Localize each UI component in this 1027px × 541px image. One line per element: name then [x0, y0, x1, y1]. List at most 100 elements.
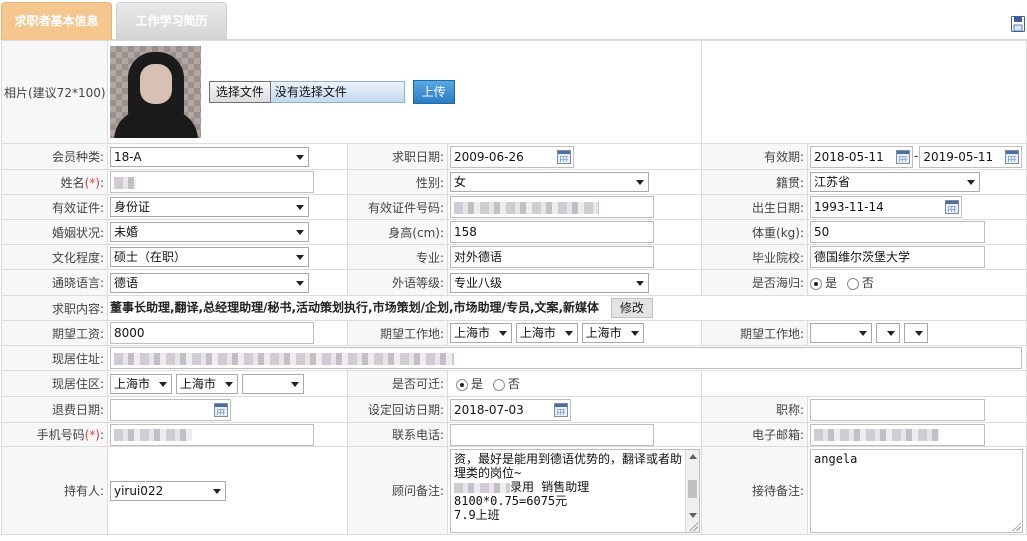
work-location-2-district-select[interactable]: [903, 323, 928, 343]
weight-input[interactable]: 50: [810, 221, 986, 243]
scroll-down-icon[interactable]: [689, 513, 697, 518]
tab-basic-info[interactable]: 求职者基本信息: [1, 2, 112, 40]
chevron-down-icon: [213, 488, 221, 494]
salary-input[interactable]: 8000: [110, 322, 314, 344]
calendar-icon[interactable]: [945, 200, 960, 214]
language-level-label: 外语等级:: [347, 269, 448, 296]
calendar-icon[interactable]: [1005, 149, 1020, 164]
reception-note-text: angela: [814, 452, 858, 466]
marital-select[interactable]: 未婚: [110, 222, 309, 242]
callback-date-input[interactable]: 2018-07-03: [450, 398, 571, 421]
native-place-value: 江苏省: [814, 175, 851, 189]
district-province-select[interactable]: 上海市: [110, 373, 172, 394]
district-label: 现居住区:: [1, 370, 108, 397]
apply-date-value: 2009-06-26: [454, 149, 524, 164]
address-label: 现居住址:: [1, 345, 108, 371]
choose-file-button[interactable]: 选择文件: [208, 81, 271, 103]
work-location-2-label: 期望工作地:: [701, 320, 809, 346]
advisor-note-scrollbar[interactable]: [685, 450, 699, 532]
title-input[interactable]: [810, 398, 986, 421]
language-level-select[interactable]: 专业八级: [450, 272, 649, 293]
education-value: 硕士（在职）: [114, 250, 187, 264]
calendar-icon[interactable]: [554, 402, 568, 417]
valid-period-separator: -: [914, 149, 919, 163]
advisor-note-line: 资，最好是能用到德语优势的，翻译或者助理类的岗位~: [454, 452, 683, 480]
valid-period-label: 有效期:: [701, 143, 809, 170]
education-select[interactable]: 硕士（在职）: [110, 247, 309, 267]
calendar-icon[interactable]: [214, 402, 228, 417]
chevron-down-icon: [296, 255, 304, 260]
scroll-up-icon[interactable]: [689, 454, 697, 459]
returnee-yes-label: 是: [825, 276, 838, 290]
redacted-text: [114, 176, 136, 189]
valid-to-value: 2019-05-11: [923, 149, 994, 164]
chevron-down-icon: [499, 331, 507, 336]
education-label: 文化程度:: [1, 244, 108, 270]
valid-from-value: 2018-05-11: [814, 149, 884, 164]
valid-from-input[interactable]: 2018-05-11: [810, 145, 914, 168]
refund-date-label: 退费日期:: [1, 396, 108, 423]
member-type-select[interactable]: 18-A: [110, 146, 309, 167]
owner-select[interactable]: yirui022: [110, 480, 226, 501]
work-location-2-province-select[interactable]: [810, 323, 873, 343]
resize-grip-icon[interactable]: [689, 522, 698, 531]
height-label: 身高(cm):: [347, 219, 448, 245]
relocate-label: 是否可迁:: [347, 370, 448, 397]
tab-work-study-resume[interactable]: 工作学习简历: [116, 2, 227, 40]
major-label: 专业:: [347, 244, 448, 270]
upload-button[interactable]: 上传: [412, 80, 455, 104]
member-type-label: 会员种类:: [1, 143, 108, 170]
salary-label: 期望工资:: [1, 320, 108, 346]
name-input[interactable]: [110, 171, 314, 193]
gender-select[interactable]: 女: [450, 172, 649, 192]
address-input[interactable]: [110, 347, 1022, 369]
valid-to-input[interactable]: 2019-05-11: [919, 145, 1023, 168]
chevron-down-icon: [296, 154, 304, 160]
relocate-yes-radio[interactable]: [456, 378, 468, 391]
relocate-no-radio[interactable]: [492, 378, 505, 391]
redacted-text: [114, 429, 192, 441]
language-select[interactable]: 德语: [110, 272, 309, 293]
relocate-yes-label: 是: [471, 377, 484, 391]
name-label: 姓名(*):: [1, 169, 108, 195]
reception-note-textarea[interactable]: angela: [810, 449, 1024, 533]
school-input[interactable]: 德国维尔茨堡大学: [810, 246, 986, 268]
id-number-input[interactable]: [450, 196, 654, 218]
save-icon[interactable]: [1011, 16, 1025, 32]
birth-date-label: 出生日期:: [701, 194, 809, 220]
photo-row-empty: [701, 40, 1027, 144]
resize-grip-icon[interactable]: [1012, 522, 1022, 531]
refund-date-input[interactable]: [110, 398, 231, 421]
district-city-value: 上海市: [179, 376, 216, 391]
district-area-select[interactable]: [241, 373, 304, 394]
work-location-city-select[interactable]: 上海市: [515, 323, 578, 343]
advisor-note-line: 录用 销售助理: [454, 480, 683, 494]
scroll-thumb[interactable]: [688, 480, 697, 498]
work-location-label: 期望工作地:: [347, 320, 448, 346]
advisor-note-textarea[interactable]: 资，最好是能用到德语优势的，翻译或者助理类的岗位~ 录用 销售助理 8100*0…: [450, 449, 700, 533]
email-input[interactable]: [810, 423, 986, 446]
work-location-province-value: 上海市: [454, 326, 491, 340]
returnee-no-label: 否: [861, 276, 874, 290]
job-content-label: 求职内容:: [1, 295, 108, 321]
member-type-value: 18-A: [114, 149, 142, 164]
mobile-input[interactable]: [110, 423, 314, 446]
returnee-no-radio[interactable]: [846, 277, 859, 290]
calendar-icon[interactable]: [557, 149, 571, 164]
birth-date-input[interactable]: 1993-11-14: [810, 196, 963, 218]
height-input[interactable]: 158: [450, 221, 654, 243]
calendar-icon[interactable]: [896, 149, 911, 164]
work-location-district-select[interactable]: 上海市: [581, 323, 644, 343]
work-location-province-select[interactable]: 上海市: [450, 323, 512, 343]
returnee-yes-radio[interactable]: [810, 277, 823, 290]
native-place-select[interactable]: 江苏省: [810, 172, 981, 192]
native-place-label: 籍贯:: [701, 169, 809, 195]
work-location-2-city-select[interactable]: [875, 323, 900, 343]
major-input[interactable]: 对外德语: [450, 246, 654, 268]
district-city-select[interactable]: 上海市: [175, 373, 238, 394]
id-type-select[interactable]: 身份证: [110, 197, 309, 217]
apply-date-input[interactable]: 2009-06-26: [450, 145, 574, 168]
modify-button[interactable]: 修改: [610, 298, 653, 318]
required-mark: (*): [84, 175, 100, 190]
phone-input[interactable]: [450, 423, 654, 446]
